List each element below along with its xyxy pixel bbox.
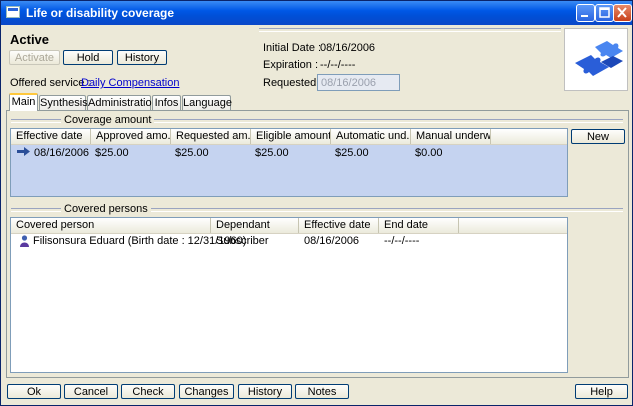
puzzle-icon xyxy=(575,41,623,76)
cell-requested-amount: $25.00 xyxy=(175,147,209,159)
cell-effective-date: 08/16/2006 xyxy=(34,147,90,159)
coverage-section-title: Coverage amount xyxy=(61,114,155,126)
column-header[interactable]: Dependant xyxy=(211,218,299,233)
notes-button[interactable]: Notes xyxy=(295,384,349,399)
cell-manual-underwriting: $0.00 xyxy=(415,147,443,159)
minimize-icon xyxy=(581,15,588,17)
changes-button[interactable]: Changes xyxy=(179,384,234,399)
minimize-button[interactable] xyxy=(576,4,595,22)
new-button[interactable]: New xyxy=(571,129,625,144)
cell-automatic-underwriting: $25.00 xyxy=(335,147,369,159)
coverage-grid-header: Effective date Approved amo... Requested… xyxy=(11,129,567,145)
column-header[interactable]: Eligible amount xyxy=(251,129,331,144)
maximize-icon xyxy=(599,7,610,18)
close-button[interactable] xyxy=(613,4,632,22)
status-label: Active xyxy=(10,32,50,47)
column-header[interactable]: Effective date xyxy=(11,129,91,144)
covered-persons-grid[interactable]: Covered person Dependant Effective date … xyxy=(10,217,568,373)
close-icon xyxy=(617,7,627,18)
requested-date-field[interactable]: 08/16/2006 xyxy=(317,74,400,91)
activate-button[interactable]: Activate xyxy=(9,50,60,65)
window-title: Life or disability coverage xyxy=(26,6,175,20)
requested-label: Requested : xyxy=(263,77,323,89)
cancel-button[interactable]: Cancel xyxy=(64,384,118,399)
history-button[interactable]: History xyxy=(117,50,167,65)
expiration-value: --/--/---- xyxy=(320,59,356,71)
column-header[interactable]: End date xyxy=(379,218,459,233)
cell-end-date: --/--/---- xyxy=(384,235,420,247)
table-row[interactable]: Filisonsura Eduard (Birth date : 12/31/1… xyxy=(11,234,567,249)
history-footer-button[interactable]: History xyxy=(238,384,292,399)
offered-service-label: Offered service : xyxy=(10,77,91,89)
table-row[interactable]: 08/16/2006 $25.00 $25.00 $25.00 $25.00 $… xyxy=(11,145,567,161)
expiration-label: Expiration : xyxy=(263,59,319,71)
dialog-window: Life or disability coverage Active Activ… xyxy=(0,0,633,406)
column-header[interactable]: Automatic und... xyxy=(331,129,411,144)
column-header[interactable]: Covered person xyxy=(11,218,211,233)
cell-approved-amount: $25.00 xyxy=(95,147,129,159)
column-header[interactable]: Approved amo... xyxy=(91,129,171,144)
column-header[interactable]: Requested am... xyxy=(171,129,251,144)
tab-administration[interactable]: Administration xyxy=(87,95,158,110)
initial-date-value: 08/16/2006 xyxy=(320,42,376,54)
tab-main[interactable]: Main xyxy=(9,93,38,111)
help-button[interactable]: Help xyxy=(575,384,628,399)
puzzle-logo xyxy=(564,28,628,91)
tab-synthesis[interactable]: Synthesis xyxy=(39,95,88,110)
cell-eligible-amount: $25.00 xyxy=(255,147,289,159)
cell-effective-date: 08/16/2006 xyxy=(304,235,360,247)
persons-section-title: Covered persons xyxy=(61,203,151,215)
cell-dependant: Subscriber xyxy=(216,235,269,247)
hold-button[interactable]: Hold xyxy=(63,50,113,65)
offered-service-link[interactable]: Daily Compensation xyxy=(81,77,179,89)
cell-covered-person: Filisonsura Eduard (Birth date : 12/31/1… xyxy=(33,235,247,247)
persons-grid-header: Covered person Dependant Effective date … xyxy=(11,218,567,234)
window-icon xyxy=(6,6,20,18)
person-icon xyxy=(19,235,30,250)
title-bar[interactable]: Life or disability coverage xyxy=(1,1,632,25)
check-button[interactable]: Check xyxy=(121,384,175,399)
initial-date-label: Initial Date : xyxy=(263,42,322,54)
ok-button[interactable]: Ok xyxy=(7,384,61,399)
column-header[interactable]: Effective date xyxy=(299,218,379,233)
coverage-amount-grid[interactable]: Effective date Approved amo... Requested… xyxy=(10,128,568,197)
tab-infos[interactable]: Infos xyxy=(152,95,181,110)
header-divider xyxy=(259,28,561,32)
column-header[interactable]: Manual underw... xyxy=(411,129,491,144)
tab-language[interactable]: Language xyxy=(182,95,232,110)
row-arrow-icon xyxy=(16,146,31,160)
maximize-button[interactable] xyxy=(595,4,614,22)
